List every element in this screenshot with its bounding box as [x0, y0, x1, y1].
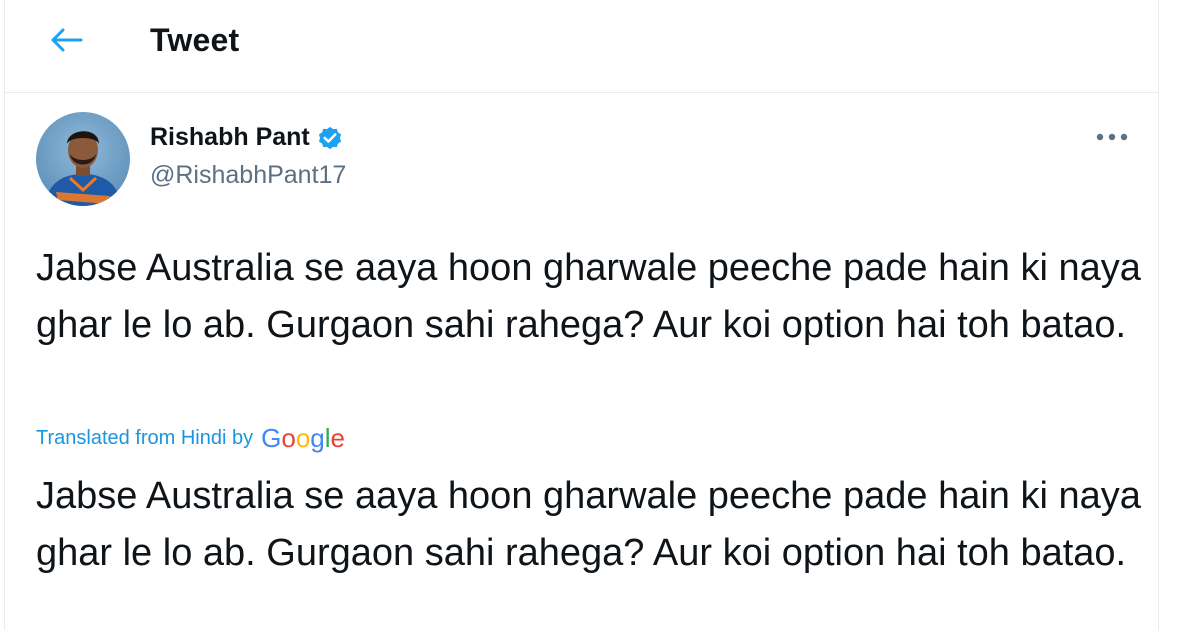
- verified-badge-icon: [316, 124, 344, 152]
- translation-label[interactable]: Translated from Hindi by: [36, 427, 253, 450]
- more-horizontal-icon: [1096, 133, 1128, 141]
- author-handle[interactable]: @RishabhPant17: [150, 161, 346, 190]
- translated-tweet-text: Jabse Australia se aaya hoon gharwale pe…: [36, 475, 1141, 574]
- author-display-name[interactable]: Rishabh Pant: [150, 123, 310, 152]
- back-button[interactable]: [45, 20, 89, 60]
- author-name-row[interactable]: Rishabh Pant: [150, 123, 344, 152]
- more-options-button[interactable]: [1087, 117, 1137, 157]
- tweet: Rishabh Pant @RishabhPant17 Jabse Austra…: [5, 93, 1158, 630]
- tweet-text: Jabse Australia se aaya hoon gharwale pe…: [36, 247, 1141, 346]
- avatar[interactable]: [36, 112, 130, 206]
- page-title: Tweet: [150, 22, 240, 58]
- translation-attribution[interactable]: Translated from Hindi by Google: [36, 423, 345, 454]
- google-logo: Google: [261, 423, 346, 453]
- page-header: Tweet: [5, 0, 1158, 93]
- arrow-left-icon: [51, 28, 83, 52]
- tweet-page: Tweet Rishabh Pant @RishabhPant17 Jabse …: [4, 0, 1159, 630]
